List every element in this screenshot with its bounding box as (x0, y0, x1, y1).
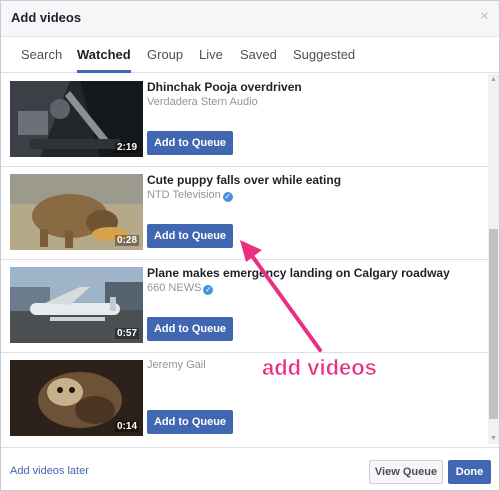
video-source-name: Jeremy Gail (147, 359, 206, 371)
video-title: Plane makes emergency landing on Calgary… (147, 266, 450, 280)
scroll-up-arrow-icon[interactable]: ▲ (488, 74, 499, 85)
video-source-name: NTD Television (147, 189, 221, 201)
video-source: Verdadera Stern Audio (147, 96, 258, 108)
puppy-thumbnail[interactable]: 0:28 (10, 174, 143, 250)
video-source: NTD Television ✓ (147, 189, 233, 202)
airplane-thumbnail[interactable]: 0:57 (10, 267, 143, 343)
tab-bar: Search Watched Group Live Saved Suggeste… (1, 37, 499, 73)
video-item: 0:57 Plane makes emergency landing on Ca… (1, 260, 488, 353)
add-videos-later-link[interactable]: Add videos later (10, 465, 89, 477)
video-duration: 0:57 (114, 328, 139, 339)
dialog-title: Add videos (11, 10, 82, 25)
done-button[interactable]: Done (448, 460, 491, 484)
dark-scene-thumbnail[interactable]: 2:19 (10, 81, 143, 157)
add-to-queue-button[interactable]: Add to Queue (147, 224, 233, 248)
tab-search[interactable]: Search (21, 47, 62, 73)
tab-watched[interactable]: Watched (77, 47, 131, 73)
video-list: 2:19 Dhinchak Pooja overdriven Verdadera… (1, 74, 488, 444)
tab-saved[interactable]: Saved (240, 47, 277, 73)
video-source: Jeremy Gail (147, 359, 206, 371)
tab-live[interactable]: Live (199, 47, 223, 73)
video-item: 0:28 Cute puppy falls over while eating … (1, 167, 488, 260)
video-duration: 2:19 (114, 142, 139, 153)
dialog-header: Add videos × (1, 1, 499, 37)
video-item: 0:14 Jeremy Gail Add to Queue (1, 353, 488, 444)
video-source-name: Verdadera Stern Audio (147, 96, 258, 108)
tab-group[interactable]: Group (147, 47, 183, 73)
view-queue-button[interactable]: View Queue (369, 460, 443, 484)
video-duration: 0:28 (114, 235, 139, 246)
video-source: 660 NEWS ✓ (147, 282, 214, 295)
verified-badge-icon: ✓ (222, 192, 233, 202)
video-title: Cute puppy falls over while eating (147, 173, 342, 187)
cat-thumbnail[interactable]: 0:14 (10, 360, 143, 436)
verified-badge-icon: ✓ (203, 285, 214, 295)
scrollbar[interactable]: ▲ ▼ (488, 74, 499, 444)
scroll-down-arrow-icon[interactable]: ▼ (488, 433, 499, 444)
scrollbar-thumb[interactable] (489, 229, 498, 419)
video-title: Dhinchak Pooja overdriven (147, 80, 302, 94)
video-item: 2:19 Dhinchak Pooja overdriven Verdadera… (1, 74, 488, 167)
video-duration: 0:14 (114, 421, 139, 432)
add-videos-dialog: Add videos × Search Watched Group Live S… (0, 0, 500, 491)
close-icon[interactable]: × (480, 8, 489, 26)
add-to-queue-button[interactable]: Add to Queue (147, 410, 233, 434)
add-to-queue-button[interactable]: Add to Queue (147, 317, 233, 341)
tab-suggested[interactable]: Suggested (293, 47, 355, 73)
add-to-queue-button[interactable]: Add to Queue (147, 131, 233, 155)
annotation-label: add videos (262, 355, 378, 381)
video-source-name: 660 NEWS (147, 282, 202, 294)
dialog-footer: Add videos later View Queue Done (1, 447, 499, 490)
